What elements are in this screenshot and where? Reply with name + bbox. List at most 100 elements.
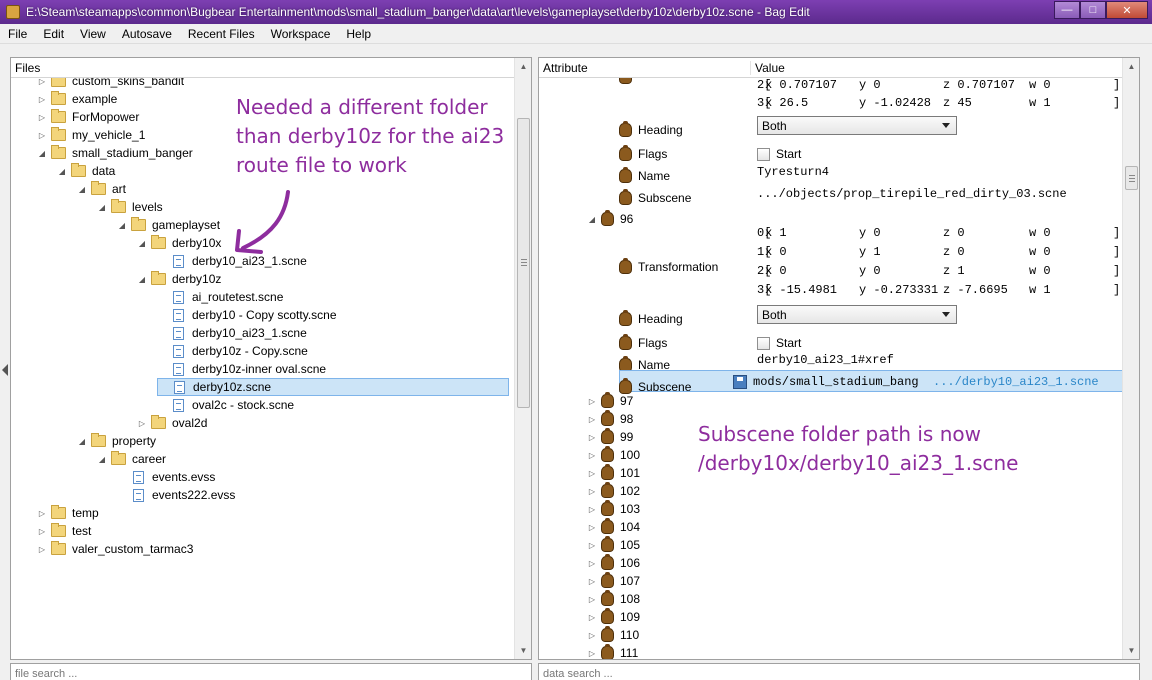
tree-folder-row[interactable]: ◢ data xyxy=(57,162,115,180)
menu-workspace[interactable]: Workspace xyxy=(263,24,339,44)
attribute-row[interactable]: Heading xyxy=(619,119,683,141)
node-row[interactable]: ▷ 97 xyxy=(587,392,633,410)
node-row[interactable]: ▷ 106 xyxy=(587,554,640,572)
collapse-arrow-icon[interactable]: ◢ xyxy=(117,221,127,230)
node-row[interactable]: ▷ 98 xyxy=(587,410,633,428)
expand-arrow-icon[interactable]: ▷ xyxy=(587,523,597,532)
subscene-editor[interactable]: mods/small_stadium_bang .../derby10_ai23_… xyxy=(733,371,1113,393)
tree-folder-row[interactable]: ◢ small_stadium_banger xyxy=(37,144,193,162)
collapse-arrow-icon[interactable]: ◢ xyxy=(137,239,147,248)
collapse-arrow-icon[interactable]: ◢ xyxy=(137,275,147,284)
node-row[interactable]: ▷ 100 xyxy=(587,446,640,464)
tree-folder-row[interactable]: ▷ test xyxy=(37,522,91,540)
expand-arrow-icon[interactable]: ▷ xyxy=(587,505,597,514)
scroll-up-icon[interactable]: ▲ xyxy=(515,58,532,75)
expand-arrow-icon[interactable]: ▷ xyxy=(587,397,597,406)
data-search-input[interactable]: data search ... xyxy=(538,663,1140,680)
tree-folder-row[interactable]: ▷ valer_custom_tarmac3 xyxy=(37,540,193,558)
collapse-arrow-icon[interactable]: ◢ xyxy=(587,215,597,224)
value-column-header[interactable]: Value xyxy=(751,61,785,75)
attribute-row[interactable]: Flags xyxy=(619,332,667,354)
menu-view[interactable]: View xyxy=(72,24,114,44)
node-row[interactable]: ▷ 105 xyxy=(587,536,640,554)
minimize-button[interactable]: — xyxy=(1054,1,1080,19)
node-row[interactable]: ▷ 109 xyxy=(587,608,640,626)
expand-arrow-icon[interactable]: ▷ xyxy=(137,419,147,428)
attribute-column-header[interactable]: Attribute xyxy=(539,60,751,75)
collapse-panel-arrow-icon[interactable] xyxy=(2,364,8,376)
tree-file-row[interactable]: derby10z-inner oval.scne xyxy=(157,360,326,378)
menu-help[interactable]: Help xyxy=(338,24,379,44)
collapse-arrow-icon[interactable]: ◢ xyxy=(97,455,107,464)
flags-checkbox-row[interactable]: Start xyxy=(757,332,801,354)
expand-arrow-icon[interactable]: ▷ xyxy=(587,415,597,424)
subscene-path-input[interactable]: mods/small_stadium_bang xyxy=(753,375,933,389)
heading-dropdown[interactable]: Both xyxy=(757,305,957,324)
collapse-arrow-icon[interactable]: ◢ xyxy=(97,203,107,212)
collapse-arrow-icon[interactable]: ◢ xyxy=(37,149,47,158)
tree-file-row[interactable]: derby10_ai23_1.scne xyxy=(157,324,307,342)
expand-arrow-icon[interactable]: ▷ xyxy=(37,527,47,536)
expand-arrow-icon[interactable]: ▷ xyxy=(587,541,597,550)
data-scrollbar[interactable]: ▲ ▼ xyxy=(1122,58,1139,659)
expand-arrow-icon[interactable]: ▷ xyxy=(37,78,47,86)
expand-arrow-icon[interactable]: ▷ xyxy=(587,649,597,658)
tree-folder-row[interactable]: ◢ derby10z xyxy=(137,270,221,288)
menu-recent-files[interactable]: Recent Files xyxy=(180,24,263,44)
heading-dropdown[interactable]: Both xyxy=(757,116,957,135)
expand-arrow-icon[interactable]: ▷ xyxy=(37,545,47,554)
node-row[interactable]: ▷ 108 xyxy=(587,590,640,608)
tree-file-row[interactable]: events222.evss xyxy=(117,486,235,504)
flags-checkbox-row[interactable]: Start xyxy=(757,143,801,165)
node-row[interactable]: ▷ 111 xyxy=(587,644,638,659)
node-row[interactable]: ▷ 99 xyxy=(587,428,633,446)
collapse-arrow-icon[interactable]: ◢ xyxy=(57,167,67,176)
node-row[interactable]: ▷ 101 xyxy=(587,464,640,482)
tree-folder-row[interactable]: ▷ temp xyxy=(37,504,99,522)
expand-arrow-icon[interactable]: ▷ xyxy=(37,131,47,140)
expand-arrow-icon[interactable]: ▷ xyxy=(587,451,597,460)
scroll-down-icon[interactable]: ▼ xyxy=(515,642,532,659)
expand-arrow-icon[interactable]: ▷ xyxy=(37,95,47,104)
tree-file-row[interactable]: derby10z.scne xyxy=(157,378,509,396)
maximize-button[interactable]: □ xyxy=(1080,1,1106,19)
menu-file[interactable]: File xyxy=(0,24,35,44)
start-checkbox[interactable] xyxy=(757,336,770,350)
node-row-96[interactable]: ◢ 96 xyxy=(587,208,633,230)
tree-file-row[interactable]: derby10z - Copy.scne xyxy=(157,342,308,360)
tree-folder-row[interactable]: ▷ oval2d xyxy=(137,414,207,432)
tree-file-row[interactable]: derby10 - Copy scotty.scne xyxy=(157,306,337,324)
save-icon[interactable] xyxy=(733,375,747,389)
expand-arrow-icon[interactable]: ▷ xyxy=(587,577,597,586)
attribute-row[interactable]: Heading xyxy=(619,308,683,330)
tree-folder-row[interactable]: ◢ career xyxy=(97,450,166,468)
expand-arrow-icon[interactable]: ▷ xyxy=(587,433,597,442)
expand-arrow-icon[interactable]: ▷ xyxy=(587,469,597,478)
data-scroll-down-icon[interactable]: ▼ xyxy=(1123,642,1140,659)
tree-file-row[interactable]: oval2c - stock.scne xyxy=(157,396,294,414)
menu-autosave[interactable]: Autosave xyxy=(114,24,180,44)
menu-edit[interactable]: Edit xyxy=(35,24,72,44)
tree-folder-row[interactable]: ◢ gameplayset xyxy=(117,216,220,234)
tree-folder-row[interactable]: ▷ ForMopower xyxy=(37,108,139,126)
file-search-input[interactable]: file search ... xyxy=(10,663,532,680)
start-checkbox[interactable] xyxy=(757,147,770,161)
attribute-row[interactable]: Name xyxy=(619,165,670,187)
node-row[interactable]: ▷ 110 xyxy=(587,626,639,644)
expand-arrow-icon[interactable]: ▷ xyxy=(587,613,597,622)
tree-folder-row[interactable]: ◢ art xyxy=(77,180,126,198)
attribute-row[interactable]: Transformation xyxy=(619,256,718,278)
node-row[interactable]: ▷ 102 xyxy=(587,482,640,500)
tree-folder-row[interactable]: ▷ custom_skins_bandit xyxy=(37,78,184,90)
expand-arrow-icon[interactable]: ▷ xyxy=(587,487,597,496)
tree-folder-row[interactable]: ◢ derby10x xyxy=(137,234,221,252)
expand-arrow-icon[interactable]: ▷ xyxy=(587,595,597,604)
expand-arrow-icon[interactable]: ▷ xyxy=(37,509,47,518)
expand-arrow-icon[interactable]: ▷ xyxy=(587,631,597,640)
data-scroll-up-icon[interactable]: ▲ xyxy=(1123,58,1140,75)
close-button[interactable]: ✕ xyxy=(1106,1,1148,19)
attribute-row[interactable]: Flags xyxy=(619,143,667,165)
attribute-row[interactable]: Subscene xyxy=(619,187,691,209)
collapse-arrow-icon[interactable]: ◢ xyxy=(77,437,87,446)
expand-arrow-icon[interactable]: ▷ xyxy=(587,559,597,568)
